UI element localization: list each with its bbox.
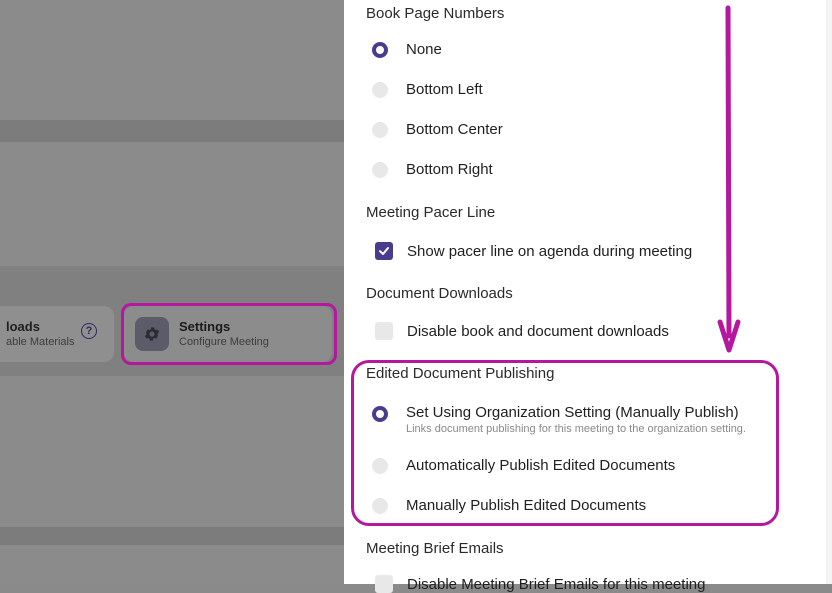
check-icon [379,247,389,255]
radio-label: None [406,41,442,58]
backdrop-band [0,527,344,545]
page-backdrop[interactable]: loads able Materials ? Settings Configur… [0,0,344,584]
downloads-card[interactable]: loads able Materials ? [0,306,114,362]
document-downloads-title: Document Downloads [366,285,513,302]
checkbox-label: Disable book and document downloads [407,322,669,340]
disable-downloads-option[interactable]: Disable book and document downloads [375,322,669,340]
radio-label: Bottom Left [406,81,483,98]
checkbox-label: Show pacer line on agenda during meeting [407,242,693,260]
checkbox[interactable] [375,322,393,340]
disable-brief-emails-option[interactable]: Disable Meeting Brief Emails for this me… [375,575,705,593]
settings-highlight [121,303,337,365]
radio-option-none[interactable]: None [372,41,442,58]
radio-button[interactable] [372,161,388,178]
radio-button[interactable] [372,121,388,138]
checkbox[interactable] [375,575,393,593]
pacer-line-option[interactable]: Show pacer line on agenda during meeting [375,242,692,260]
book-page-numbers-title: Book Page Numbers [366,5,505,22]
radio-option-bottom-center[interactable]: Bottom Center [372,121,503,138]
checkbox[interactable] [375,242,393,260]
radio-label: Bottom Center [406,121,503,138]
arrow-down-icon [717,5,741,353]
meeting-brief-emails-title: Meeting Brief Emails [366,540,504,557]
radio-button[interactable] [372,41,388,58]
checkbox-label: Disable Meeting Brief Emails for this me… [407,575,706,593]
backdrop-band [0,120,344,142]
radio-option-bottom-left[interactable]: Bottom Left [372,81,483,98]
radio-label: Bottom Right [406,161,493,178]
radio-option-bottom-right[interactable]: Bottom Right [372,161,493,178]
help-icon[interactable]: ? [81,323,97,339]
meeting-pacer-line-title: Meeting Pacer Line [366,204,496,221]
scrollbar[interactable] [826,0,832,584]
radio-button[interactable] [372,81,388,98]
publishing-highlight [351,360,779,526]
downloads-card-subtitle: able Materials [6,336,75,348]
downloads-card-title: loads [6,319,40,334]
